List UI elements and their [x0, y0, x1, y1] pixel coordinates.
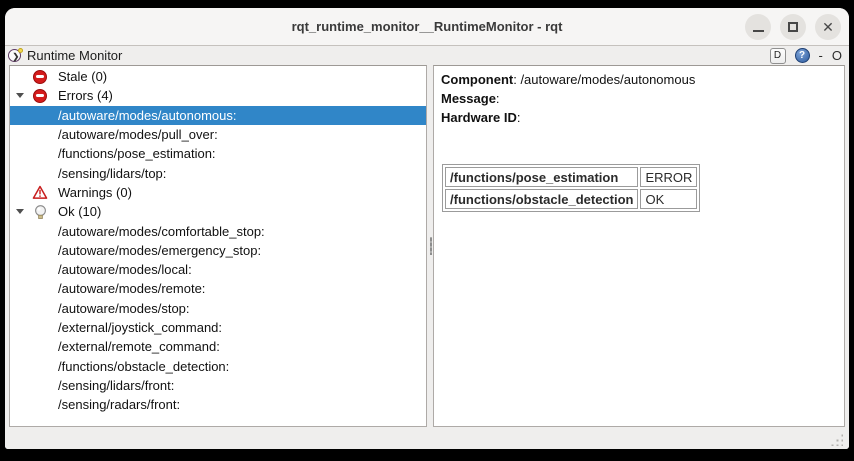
- close-icon: ✕: [822, 20, 834, 34]
- app-window: rqt_runtime_monitor__RuntimeMonitor - rq…: [5, 8, 849, 449]
- status-table: /functions/pose_estimation ERROR /functi…: [442, 164, 700, 212]
- status-value: ERROR: [640, 167, 697, 187]
- close-button[interactable]: ✕: [815, 14, 841, 40]
- dock-undock-button[interactable]: O: [832, 49, 842, 62]
- tree-item-lidars-top[interactable]: /sensing/lidars/top:: [10, 163, 426, 182]
- hardware-id-line: Hardware ID:: [441, 108, 837, 127]
- maximize-icon: [788, 22, 798, 32]
- table-row: /functions/pose_estimation ERROR: [445, 167, 697, 187]
- dock-title: Runtime Monitor: [27, 48, 122, 63]
- tree-item-warnings[interactable]: Warnings (0): [10, 183, 426, 202]
- expander-down-icon[interactable]: [16, 93, 24, 98]
- status-key: /functions/obstacle_detection: [445, 189, 638, 209]
- message-line: Message:: [441, 89, 837, 108]
- minimize-icon: [753, 30, 764, 32]
- status-bar: [5, 427, 849, 449]
- tree-item-lidars-front[interactable]: /sensing/lidars/front:: [10, 376, 426, 395]
- warning-icon: [32, 185, 48, 200]
- expander-down-icon[interactable]: [16, 209, 24, 214]
- stale-icon: [33, 70, 47, 84]
- dock-header: ❯ Runtime Monitor D ? - O: [5, 46, 849, 65]
- tree-item-ok[interactable]: Ok (10): [10, 202, 426, 221]
- tree-item-errors[interactable]: Errors (4): [10, 86, 426, 105]
- error-icon: [33, 89, 47, 103]
- diagnostics-tree: Stale (0) Errors (4) /autoware/modes/aut…: [10, 66, 426, 414]
- tree-item-remote[interactable]: /autoware/modes/remote:: [10, 279, 426, 298]
- runtime-monitor-plugin-icon: ❯: [8, 48, 23, 63]
- title-bar: rqt_runtime_monitor__RuntimeMonitor - rq…: [5, 8, 849, 46]
- dock-d-button[interactable]: D: [770, 48, 786, 64]
- diagnostics-tree-panel: Stale (0) Errors (4) /autoware/modes/aut…: [9, 65, 427, 427]
- table-row: /functions/obstacle_detection OK: [445, 189, 697, 209]
- tree-item-radars-front[interactable]: /sensing/radars/front:: [10, 395, 426, 414]
- component-line: Component: /autoware/modes/autonomous: [441, 70, 837, 89]
- details-panel: Component: /autoware/modes/autonomous Me…: [433, 65, 845, 427]
- status-key: /functions/pose_estimation: [445, 167, 638, 187]
- tree-item-joystick-command[interactable]: /external/joystick_command:: [10, 318, 426, 337]
- tree-item-emergency-stop[interactable]: /autoware/modes/emergency_stop:: [10, 241, 426, 260]
- main-area: Stale (0) Errors (4) /autoware/modes/aut…: [5, 65, 849, 427]
- tree-item-local[interactable]: /autoware/modes/local:: [10, 260, 426, 279]
- help-icon[interactable]: ?: [795, 48, 810, 63]
- tree-item-remote-command[interactable]: /external/remote_command:: [10, 337, 426, 356]
- resize-grip-icon[interactable]: [829, 432, 843, 446]
- minimize-button[interactable]: [745, 14, 771, 40]
- tree-item-stale[interactable]: Stale (0): [10, 67, 426, 86]
- dock-minimize-button[interactable]: -: [819, 49, 823, 62]
- tree-item-autonomous[interactable]: /autoware/modes/autonomous:: [10, 106, 426, 125]
- status-value: OK: [640, 189, 697, 209]
- window-title: rqt_runtime_monitor__RuntimeMonitor - rq…: [292, 19, 563, 34]
- ok-bulb-icon: [33, 204, 48, 220]
- splitter-grip-icon: [430, 237, 432, 255]
- tree-item-obstacle-detection[interactable]: /functions/obstacle_detection:: [10, 356, 426, 375]
- tree-item-comfortable-stop[interactable]: /autoware/modes/comfortable_stop:: [10, 221, 426, 240]
- tree-item-stop[interactable]: /autoware/modes/stop:: [10, 299, 426, 318]
- tree-item-pull-over[interactable]: /autoware/modes/pull_over:: [10, 125, 426, 144]
- maximize-button[interactable]: [780, 14, 806, 40]
- tree-item-pose-estimation[interactable]: /functions/pose_estimation:: [10, 144, 426, 163]
